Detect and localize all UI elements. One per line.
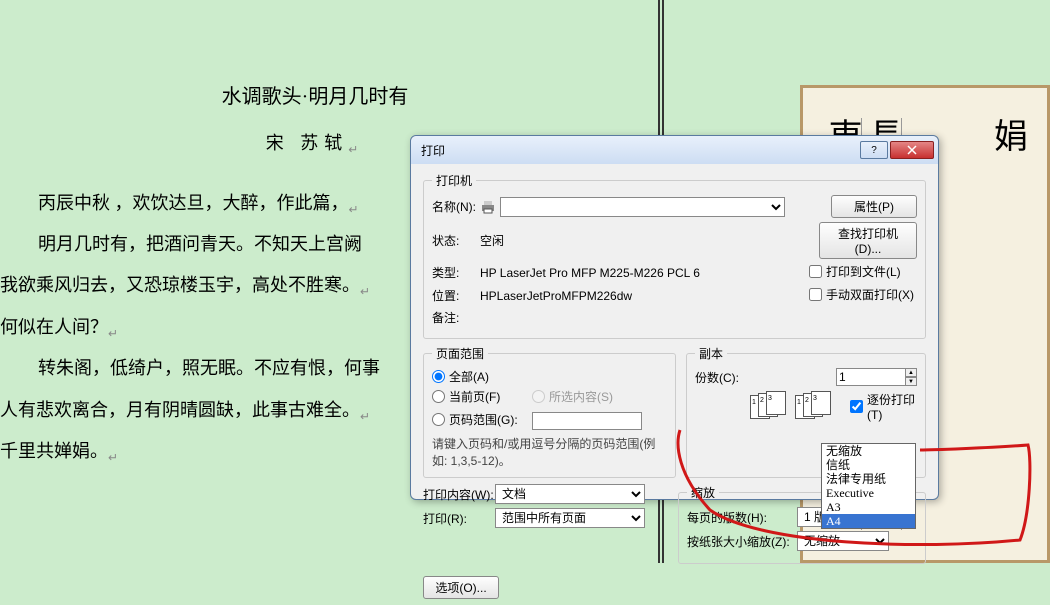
copies-down-button[interactable]: ▼	[905, 377, 917, 386]
print-what-select[interactable]: 文档	[495, 484, 645, 504]
page-range-input[interactable]	[532, 412, 642, 430]
help-button[interactable]: ?	[860, 141, 888, 159]
type-value: HP LaserJet Pro MFP M225-M226 PCL 6	[480, 266, 809, 280]
properties-button[interactable]: 属性(P)	[831, 195, 917, 218]
type-label: 类型:	[432, 264, 480, 281]
print-to-file-checkbox[interactable]	[809, 265, 822, 278]
page-range-legend: 页面范围	[432, 345, 488, 362]
find-printer-button[interactable]: 查找打印机(D)...	[819, 222, 917, 259]
printer-name-select[interactable]	[500, 197, 785, 217]
print-sel-select[interactable]: 范围中所有页面	[495, 508, 645, 528]
close-icon	[907, 145, 917, 155]
selection-label: 所选内容(S)	[549, 388, 613, 405]
dropdown-item[interactable]: 法律专用纸	[822, 472, 915, 486]
manual-duplex-label: 手动双面打印(X)	[826, 286, 914, 303]
scale-to-label: 按纸张大小缩放(Z):	[687, 533, 797, 550]
print-sel-label: 打印(R):	[423, 510, 495, 527]
pages-per-label: 每页的版数(H):	[687, 509, 797, 526]
dropdown-item[interactable]: Executive	[822, 486, 915, 500]
name-label: 名称(N):	[432, 198, 480, 215]
status-label: 状态:	[432, 232, 480, 249]
all-pages-radio[interactable]	[432, 370, 445, 383]
page-range-hint: 请键入页码和/或用逗号分隔的页码范围(例如: 1,3,5-12)。	[432, 435, 667, 469]
scale-dropdown-popup: 无缩放 信纸 法律专用纸 Executive A3 A4	[821, 443, 916, 529]
manual-duplex-checkbox[interactable]	[809, 288, 822, 301]
copies-up-button[interactable]: ▲	[905, 368, 917, 377]
collate-preview: 123 123 逐份打印(T)	[750, 391, 917, 424]
dropdown-item-selected[interactable]: A4	[822, 514, 915, 528]
print-what-label: 打印内容(W):	[423, 486, 495, 503]
dialog-title: 打印	[421, 142, 860, 159]
current-page-label: 当前页(F)	[449, 388, 500, 405]
comment-label: 备注:	[432, 309, 480, 326]
collate-checkbox[interactable]	[850, 400, 863, 413]
scroll-column: 娟	[987, 118, 1027, 530]
printer-legend: 打印机	[432, 172, 476, 189]
doc-title: 水调歌头·明月几时有	[0, 80, 630, 109]
printer-icon	[480, 200, 496, 214]
dialog-titlebar[interactable]: 打印 ?	[411, 136, 938, 164]
location-label: 位置:	[432, 287, 480, 304]
all-pages-label: 全部(A)	[449, 368, 489, 385]
dropdown-item[interactable]: 无缩放	[822, 444, 915, 458]
copies-legend: 副本	[695, 345, 727, 362]
page-range-group: 页面范围 全部(A) 当前页(F) 所选内容(S) 页码范围(G): 请键入页码…	[423, 345, 676, 478]
collate-label: 逐份打印(T)	[867, 391, 917, 422]
status-value: 空闲	[480, 232, 819, 249]
copies-input[interactable]	[836, 368, 906, 386]
scale-legend: 缩放	[687, 484, 719, 501]
scale-to-select[interactable]: 无缩放	[797, 531, 889, 551]
dropdown-item[interactable]: 信纸	[822, 458, 915, 472]
selection-radio	[532, 390, 545, 403]
location-value: HPLaserJetProMFPM226dw	[480, 289, 809, 303]
print-to-file-label: 打印到文件(L)	[826, 263, 901, 280]
printer-group: 打印机 名称(N): 属性(P) 状态: 空闲 查找打印机(D)... 类型: …	[423, 172, 926, 339]
copies-label: 份数(C):	[695, 369, 753, 386]
page-range-radio[interactable]	[432, 413, 445, 426]
page-range-label: 页码范围(G):	[449, 411, 518, 428]
close-button[interactable]	[890, 141, 934, 159]
current-page-radio[interactable]	[432, 390, 445, 403]
options-button[interactable]: 选项(O)...	[423, 576, 499, 599]
dropdown-item[interactable]: A3	[822, 500, 915, 514]
